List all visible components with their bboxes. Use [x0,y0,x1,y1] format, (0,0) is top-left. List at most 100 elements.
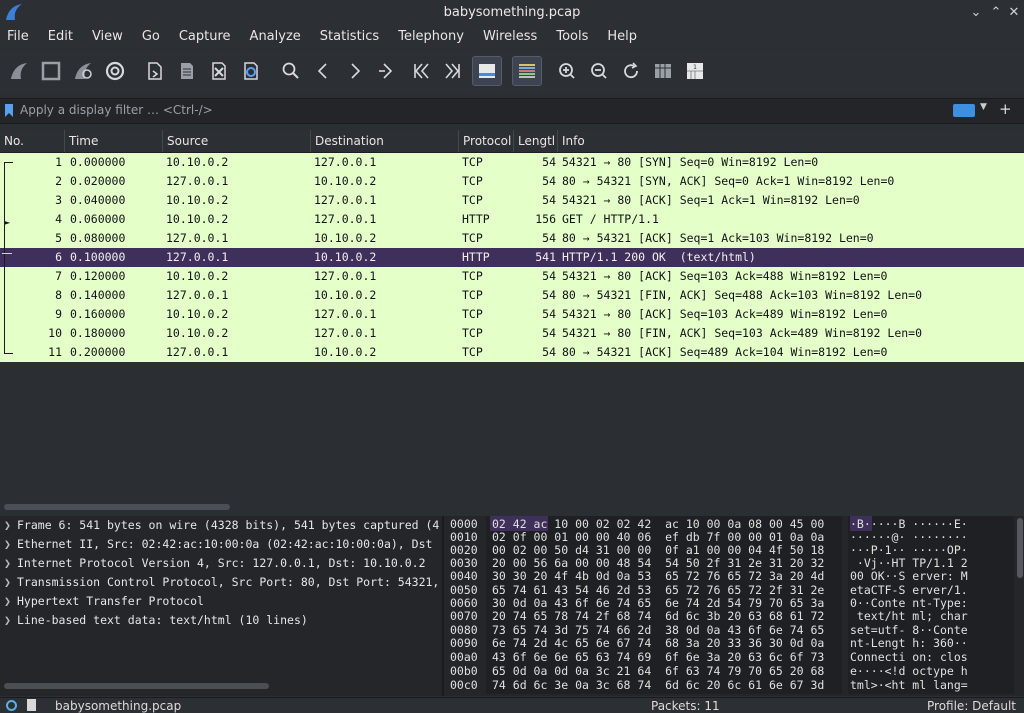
minimize-chevron-icon[interactable]: ⌄ [966,2,986,22]
autoscroll-button[interactable] [472,56,502,86]
column-no[interactable]: No. [0,130,65,152]
packet-protocol: TCP [462,345,483,359]
menu-analyze[interactable]: Analyze [243,29,308,44]
zoom-out-icon [591,63,607,79]
status-bar: babysomething.pcap Packets: 11 Profile: … [0,697,1024,713]
zoom-in-button[interactable] [552,56,582,86]
status-profile[interactable]: Profile: Default [927,699,1016,713]
bytes-vscrollbar[interactable] [1016,516,1024,692]
packet-row[interactable]: 2 0.020000 127.0.0.1 10.10.0.2 TCP 54 80… [0,172,1024,191]
packet-row[interactable]: 4 0.060000 10.10.0.2 127.0.0.1 HTTP 156 … [0,210,1024,229]
packet-no: 5 [55,231,62,245]
packet-time: 0.200000 [70,345,126,359]
detail-row[interactable]: ❯ Line-based text data: text/html (10 lin… [0,611,442,630]
expand-chevron-icon[interactable]: ❯ [4,592,11,611]
scroll-thumb[interactable] [1017,518,1023,578]
packet-protocol: TCP [462,288,483,302]
open-file-button[interactable] [140,56,170,86]
detail-row[interactable]: ❯ Frame 6: 541 bytes on wire (4328 bits),… [0,516,442,535]
numbered-grid-icon: 1 [687,63,703,79]
colorize-button[interactable] [512,56,542,86]
packet-length: 54 [542,193,556,207]
next-packet-button[interactable] [340,56,370,86]
expand-chevron-icon[interactable]: ❯ [4,554,11,573]
packet-list-hscrollbar[interactable] [0,500,1024,512]
packet-row[interactable]: 7 0.120000 10.10.0.2 127.0.0.1 TCP 54 54… [0,267,1024,286]
packet-row[interactable]: 10 0.180000 10.10.0.2 127.0.0.1 TCP 54 5… [0,324,1024,343]
capture-comment-icon[interactable] [27,699,36,711]
menu-wireless[interactable]: Wireless [476,29,544,44]
column-protocol[interactable]: Protocol [459,130,514,152]
column-destination[interactable]: Destination [311,130,459,152]
zoom-out-button[interactable] [584,56,614,86]
display-filter-input[interactable] [18,100,942,120]
packet-no: 2 [55,174,62,188]
menu-go[interactable]: Go [135,29,167,44]
stop-capture-button[interactable] [36,56,66,86]
column-info[interactable]: Info [558,130,1024,152]
column-source[interactable]: Source [163,130,311,152]
menu-capture[interactable]: Capture [172,29,238,44]
packet-destination: 10.10.0.2 [314,288,377,302]
detail-row[interactable]: ❯ Internet Protocol Version 4, Src: 127.0… [0,554,442,573]
menu-telephony[interactable]: Telephony [391,29,471,44]
expand-subtrees-button[interactable]: 1 [680,56,710,86]
packet-row-selected[interactable]: 6 0.100000 127.0.0.1 10.10.0.2 HTTP 541 … [0,248,1024,267]
packet-row[interactable]: 9 0.160000 10.10.0.2 127.0.0.1 TCP 54 54… [0,305,1024,324]
packet-row[interactable]: 3 0.040000 10.10.0.2 127.0.0.1 TCP 54 54… [0,191,1024,210]
close-icon[interactable]: ✕ [1004,2,1024,22]
expert-info-status-icon[interactable] [6,700,17,711]
normal-size-button[interactable] [616,56,646,86]
menu-edit[interactable]: Edit [41,29,80,44]
packet-row[interactable]: 8 0.140000 127.0.0.1 10.10.0.2 TCP 54 80… [0,286,1024,305]
expand-chevron-icon[interactable]: ❯ [4,573,11,592]
last-packet-button[interactable] [438,56,468,86]
packet-list-header: No. Time Source Destination Protocol Len… [0,130,1024,153]
previous-packet-button[interactable] [308,56,338,86]
column-time[interactable]: Time [65,130,163,152]
detail-row[interactable]: ❯ Transmission Control Protocol, Src Port… [0,573,442,592]
columns-icon [655,64,671,78]
menu-view[interactable]: View [85,29,130,44]
start-capture-button[interactable] [4,56,34,86]
packet-row[interactable]: 5 0.080000 127.0.0.1 10.10.0.2 TCP 54 80… [0,229,1024,248]
add-filter-button[interactable]: + [999,100,1012,118]
scroll-thumb[interactable] [4,504,230,510]
details-hscrollbar[interactable] [0,680,442,692]
packet-row[interactable]: 1 0.000000 10.10.0.2 127.0.0.1 TCP 54 54… [0,153,1024,172]
detail-row[interactable]: ❯ Ethernet II, Src: 02:42:ac:10:00:0a (02… [0,535,442,554]
menu-statistics[interactable]: Statistics [313,29,386,44]
expand-chevron-icon[interactable]: ❯ [4,611,11,630]
bookmark-icon[interactable] [5,104,13,117]
column-length[interactable]: Lengtl [514,130,558,152]
expand-chevron-icon[interactable]: ❯ [4,535,11,554]
packet-length: 54 [542,307,556,321]
close-file-button[interactable] [204,56,234,86]
maximize-chevron-icon[interactable]: ⌃ [986,2,1006,22]
menu-help[interactable]: Help [600,29,644,44]
menu-file[interactable]: File [0,29,36,44]
first-packet-button[interactable] [406,56,436,86]
capture-options-button[interactable] [100,56,130,86]
status-file-name: babysomething.pcap [55,699,182,713]
go-to-packet-button[interactable] [372,56,402,86]
find-packet-button[interactable] [276,56,306,86]
packet-row[interactable]: 11 0.200000 127.0.0.1 10.10.0.2 TCP 54 8… [0,343,1024,362]
menu-tools[interactable]: Tools [549,29,595,44]
reload-file-button[interactable] [236,56,266,86]
hex-dump[interactable]: 0000 02 42 ac 10 00 02 02 42 ac 10 00 0a … [444,516,1016,696]
apply-filter-arrow-icon[interactable] [953,104,975,117]
svg-text:1: 1 [693,64,697,71]
detail-row[interactable]: ❯ Hypertext Transfer Protocol [0,592,442,611]
hex-ascii[interactable]: tml>·<ht ml lang= [850,677,968,693]
hex-bytes[interactable]: 74 6d 6c 3e 0a 3c 68 74 6d 6c 20 6c 61 6… [492,677,824,693]
packet-time: 0.080000 [70,231,126,245]
scroll-thumb[interactable] [4,683,269,689]
expand-chevron-icon[interactable]: ❯ [4,516,11,535]
save-file-button[interactable] [172,56,202,86]
filter-dropdown-chevron-icon[interactable]: ▼ [980,102,987,112]
packet-destination: 10.10.0.2 [314,174,377,188]
packet-info: 80 → 54321 [ACK] Seq=489 Ack=104 Win=819… [562,345,888,359]
restart-capture-button[interactable] [68,56,98,86]
resize-columns-button[interactable] [648,56,678,86]
